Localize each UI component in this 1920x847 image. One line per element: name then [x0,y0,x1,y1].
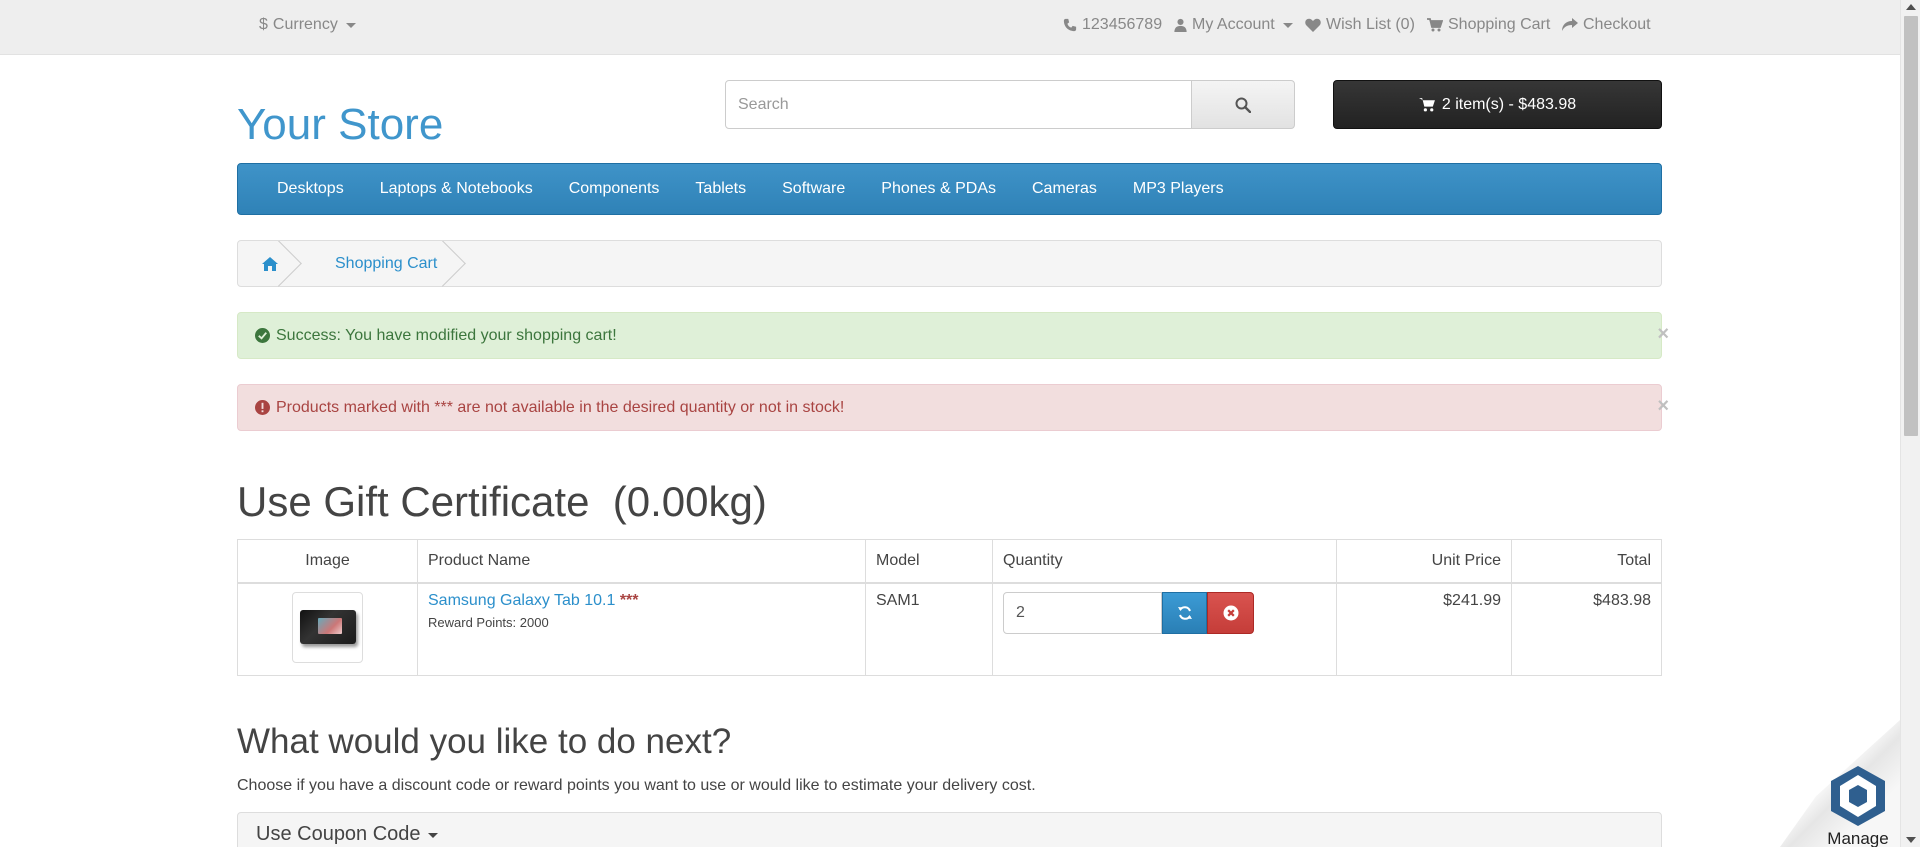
caret-down-icon [427,833,438,838]
nav-item-tablets[interactable]: Tablets [677,163,764,215]
store-logo[interactable]: Your Store [237,100,443,150]
danger-alert: Products marked with *** are not availab… [237,384,1669,431]
caret-down-icon [345,22,356,28]
shopping-cart-label: Shopping Cart [1448,16,1551,33]
nav-item-components[interactable]: Components [551,163,678,215]
hexagon-logo-icon [1831,766,1885,826]
cart-icon [1418,98,1435,112]
my-account-dropdown[interactable]: My Account [1174,16,1293,34]
breadcrumb-separator [442,241,466,287]
table-row: Samsung Galaxy Tab 10.1 *** Reward Point… [237,582,1662,676]
update-quantity-button[interactable] [1162,591,1207,634]
currency-dropdown[interactable]: $ Currency [259,16,356,34]
cart-summary-button[interactable]: 2 item(s) - $483.98 [1333,80,1662,129]
times-circle-icon [1223,605,1238,620]
wish-list-link[interactable]: Wish List (0) [1305,16,1415,34]
cart-summary-label: 2 item(s) - $483.98 [1441,95,1577,113]
quantity-control [1003,591,1326,634]
heart-icon [1305,18,1321,32]
nav-item-software[interactable]: Software [764,163,863,215]
remove-item-button[interactable] [1207,591,1254,634]
cell-product-name: Samsung Galaxy Tab 10.1 *** Reward Point… [417,582,866,676]
coupon-panel-label: Use Coupon Code [256,823,421,845]
cell-total: $483.98 [1511,582,1662,676]
caret-down-icon [1282,22,1293,28]
cell-quantity [992,582,1337,676]
success-alert: Success: You have modified your shopping… [237,312,1669,359]
header-product-name: Product Name [417,539,866,584]
danger-message: Products marked with *** are not availab… [276,398,845,416]
nav-item-desktops[interactable]: Desktops [259,163,362,215]
coupon-panel-heading[interactable]: Use Coupon Code [237,812,1662,847]
breadcrumb-label: Shopping Cart [335,254,438,272]
currency-label: Currency [272,16,338,33]
phone-link[interactable]: 123456789 [1063,16,1162,34]
scroll-up-icon[interactable] [1906,4,1916,10]
shopping-cart-link[interactable]: Shopping Cart [1427,16,1550,34]
check-circle-icon [255,328,270,343]
share-icon [1562,18,1578,31]
cell-image [237,582,418,676]
user-icon [1174,18,1187,32]
breadcrumb-home[interactable] [238,241,301,286]
vertical-scrollbar[interactable] [1900,0,1920,847]
close-icon[interactable]: × [1657,323,1669,346]
refresh-icon [1177,605,1192,620]
my-account-label: My Account [1192,16,1275,33]
checkout-link[interactable]: Checkout [1562,16,1651,34]
header-image: Image [237,539,418,584]
breadcrumb-separator [278,241,302,287]
exclamation-circle-icon [255,400,270,415]
phone-number: 123456789 [1082,16,1163,33]
header-model: Model [865,539,993,584]
breadcrumb-shopping-cart[interactable]: Shopping Cart [301,241,465,286]
checkout-label: Checkout [1583,16,1651,33]
manage-label: Manage [1827,829,1889,847]
phone-icon [1063,18,1077,32]
wish-list-label: Wish List (0) [1326,16,1415,33]
header-quantity: Quantity [992,539,1337,584]
scroll-down-icon[interactable] [1906,837,1916,843]
next-section-description: Choose if you have a discount code or re… [237,777,1036,794]
product-link[interactable]: Samsung Galaxy Tab 10.1 [428,592,615,609]
nav-item-cameras[interactable]: Cameras [1014,163,1115,215]
nav-item-laptops-notebooks[interactable]: Laptops & Notebooks [362,163,551,215]
top-bar: $ Currency 123456789 My Account Wish Lis… [0,0,1900,55]
nav-item-phones-pdas[interactable]: Phones & PDAs [863,163,1014,215]
page-title: Use Gift Certificate (0.00kg) [237,478,767,525]
breadcrumb: Shopping Cart [237,240,1662,287]
close-icon[interactable]: × [1657,395,1669,418]
header-unit-price: Unit Price [1336,539,1512,584]
cell-model: SAM1 [865,582,993,676]
dollar-icon: $ [259,16,268,33]
header-total: Total [1511,539,1662,584]
reward-points: Reward Points: 2000 [428,614,549,630]
home-icon [261,256,278,271]
search-icon [1235,97,1251,113]
scrollbar-thumb[interactable] [1904,16,1918,436]
cart-table: Image Product Name Model Quantity Unit P… [237,539,1662,676]
cart-icon [1427,18,1443,32]
out-of-stock-marker: *** [619,591,639,609]
product-image [299,610,356,644]
table-header-row: Image Product Name Model Quantity Unit P… [237,539,1662,584]
nav-item-mp3-players[interactable]: MP3 Players [1115,163,1242,215]
search-button[interactable] [1191,80,1295,129]
next-section-title: What would you like to do next? [237,722,732,761]
manage-badge[interactable]: Manage [1823,765,1893,847]
search-input[interactable] [725,80,1192,129]
cell-unit-price: $241.99 [1336,582,1512,676]
success-message: Success: You have modified your shopping… [276,326,617,344]
main-nav: Desktops Laptops & Notebooks Components … [237,163,1662,215]
product-thumbnail[interactable] [292,591,363,663]
quantity-input[interactable] [1003,591,1162,634]
